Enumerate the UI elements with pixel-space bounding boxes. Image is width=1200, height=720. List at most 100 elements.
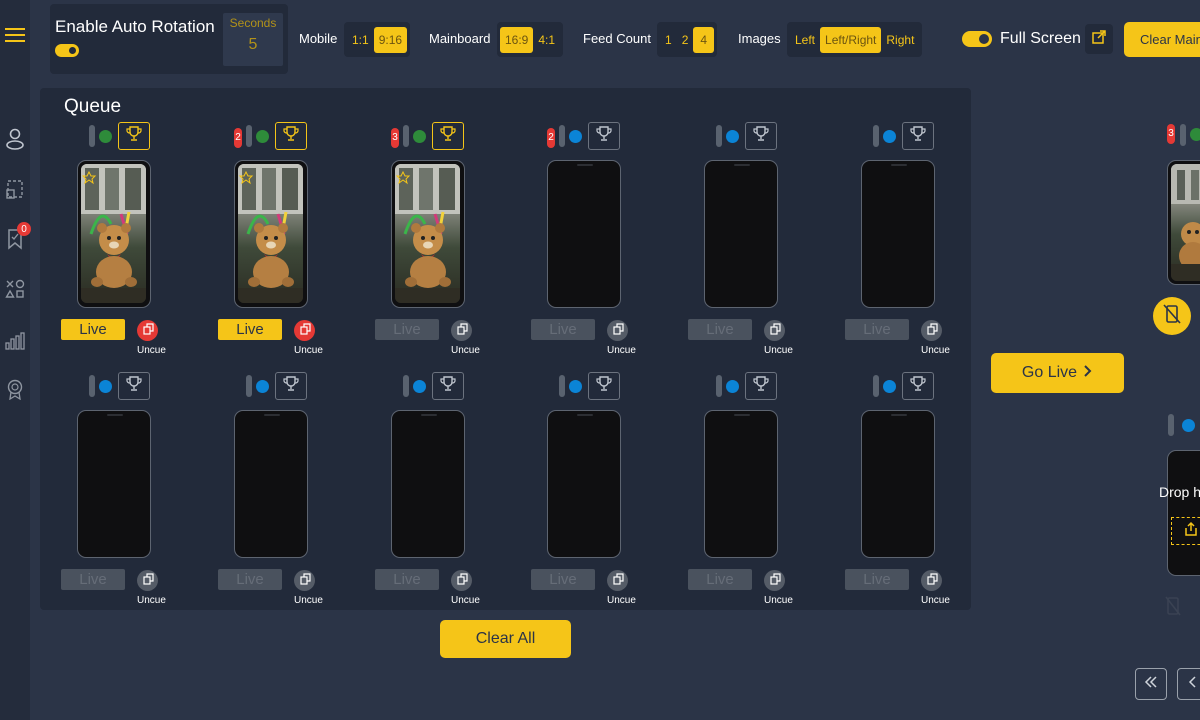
- trophy-button[interactable]: [745, 372, 777, 400]
- select-icon[interactable]: [4, 178, 26, 200]
- first-page-button[interactable]: [1135, 668, 1167, 700]
- go-live-button[interactable]: Go Live: [991, 353, 1124, 393]
- auto-rotation-toggle[interactable]: [55, 44, 79, 57]
- live-button[interactable]: Live: [688, 319, 752, 340]
- trophy-button[interactable]: [118, 372, 150, 400]
- live-button[interactable]: Live: [61, 319, 125, 340]
- phone-preview[interactable]: [391, 160, 465, 308]
- phone-preview[interactable]: [234, 410, 308, 558]
- drag-handle[interactable]: [246, 375, 252, 397]
- previous-page-button[interactable]: [1177, 668, 1200, 700]
- remove-from-mobile-button[interactable]: [1153, 297, 1191, 335]
- uncue-button[interactable]: [451, 320, 472, 341]
- trophy-button[interactable]: [275, 372, 307, 400]
- feed-count-option-1[interactable]: 1: [660, 27, 677, 53]
- chart-icon[interactable]: [4, 330, 26, 352]
- phone-preview[interactable]: [77, 410, 151, 558]
- drag-handle[interactable]: [559, 375, 565, 397]
- drop-zone-preview[interactable]: [1167, 450, 1200, 576]
- clear-all-button[interactable]: Clear All: [440, 620, 571, 658]
- trophy-button[interactable]: [902, 372, 934, 400]
- uncue-button[interactable]: [764, 570, 785, 591]
- live-button[interactable]: Live: [688, 569, 752, 590]
- trophy-button[interactable]: [118, 122, 150, 150]
- drag-handle[interactable]: [716, 125, 722, 147]
- right-slot-preview[interactable]: [1167, 160, 1200, 285]
- mainboard-option-4-1[interactable]: 4:1: [533, 27, 560, 53]
- uncue-label: Uncue: [607, 345, 636, 356]
- live-button[interactable]: Live: [845, 319, 909, 340]
- uncue-button[interactable]: [294, 320, 315, 341]
- uncue-icon: [299, 322, 311, 340]
- full-screen-toggle[interactable]: [962, 31, 992, 47]
- live-button[interactable]: Live: [531, 319, 595, 340]
- shapes-icon[interactable]: [4, 278, 26, 300]
- trophy-button[interactable]: [902, 122, 934, 150]
- trophy-button[interactable]: [432, 372, 464, 400]
- drag-handle[interactable]: [716, 375, 722, 397]
- drag-handle[interactable]: [89, 375, 95, 397]
- phone-preview[interactable]: [77, 160, 151, 308]
- uncue-button[interactable]: [764, 320, 785, 341]
- mainboard-option-16-9[interactable]: 16:9: [500, 26, 534, 53]
- queue-slot: Live Uncue: [218, 370, 364, 615]
- drag-handle[interactable]: [403, 375, 409, 397]
- live-button[interactable]: Live: [845, 569, 909, 590]
- right-drop-grip[interactable]: [1168, 414, 1174, 436]
- phone-preview[interactable]: [861, 160, 935, 308]
- right-slot-grip[interactable]: [1180, 124, 1186, 146]
- status-dot: [726, 380, 739, 393]
- phone-preview[interactable]: [704, 410, 778, 558]
- trophy-button[interactable]: [745, 122, 777, 150]
- uncue-button[interactable]: [294, 570, 315, 591]
- uncue-button[interactable]: [137, 320, 158, 341]
- live-button[interactable]: Live: [375, 569, 439, 590]
- drag-handle[interactable]: [403, 125, 409, 147]
- queue-title: Queue: [64, 96, 122, 117]
- trophy-button[interactable]: [588, 122, 620, 150]
- trophy-button[interactable]: [275, 122, 307, 150]
- menu-icon[interactable]: [4, 24, 26, 46]
- badge-icon[interactable]: [4, 378, 26, 400]
- uncue-button[interactable]: [137, 570, 158, 591]
- trophy-button[interactable]: [432, 122, 464, 150]
- live-button[interactable]: Live: [375, 319, 439, 340]
- drag-handle[interactable]: [246, 125, 252, 147]
- phone-preview[interactable]: [234, 160, 308, 308]
- uncue-button[interactable]: [921, 320, 942, 341]
- queue-panel: Queue Live Uncue 2 Live Uncue 3 Live Uncue 2 Live…: [40, 88, 971, 610]
- mobile-option-9-16[interactable]: 9:16: [373, 26, 408, 53]
- phone-preview[interactable]: [861, 410, 935, 558]
- images-option-left-right[interactable]: Left/Right: [820, 26, 882, 53]
- images-option-right[interactable]: Right: [881, 27, 919, 53]
- feed-count-option-2[interactable]: 2: [677, 27, 694, 53]
- phone-preview[interactable]: [704, 160, 778, 308]
- auto-rotation-panel: Enable Auto Rotation Seconds 5: [50, 4, 288, 74]
- uncue-button[interactable]: [451, 570, 472, 591]
- images-option-left[interactable]: Left: [790, 27, 820, 53]
- uncue-button[interactable]: [607, 320, 628, 341]
- live-button[interactable]: Live: [531, 569, 595, 590]
- drag-handle[interactable]: [559, 125, 565, 147]
- drag-handle[interactable]: [89, 125, 95, 147]
- clear-mainboard-button[interactable]: Clear Mainboard: [1124, 22, 1200, 57]
- phone-preview[interactable]: [547, 160, 621, 308]
- live-button[interactable]: Live: [218, 319, 282, 340]
- drag-handle[interactable]: [873, 375, 879, 397]
- phone-notch: [577, 164, 593, 166]
- user-icon[interactable]: [4, 128, 26, 150]
- phone-preview[interactable]: [391, 410, 465, 558]
- upload-drop-target[interactable]: [1171, 517, 1200, 545]
- open-external-button[interactable]: [1085, 24, 1113, 54]
- phone-preview[interactable]: [547, 410, 621, 558]
- mobile-option-1-1[interactable]: 1:1: [347, 27, 374, 53]
- live-button[interactable]: Live: [61, 569, 125, 590]
- uncue-button[interactable]: [921, 570, 942, 591]
- seconds-input[interactable]: Seconds 5: [223, 13, 283, 66]
- uncue-button[interactable]: [607, 570, 628, 591]
- live-button[interactable]: Live: [218, 569, 282, 590]
- trophy-button[interactable]: [588, 372, 620, 400]
- drag-handle[interactable]: [873, 125, 879, 147]
- feed-count-option-4[interactable]: 4: [693, 26, 715, 53]
- uncue-icon: [456, 572, 468, 590]
